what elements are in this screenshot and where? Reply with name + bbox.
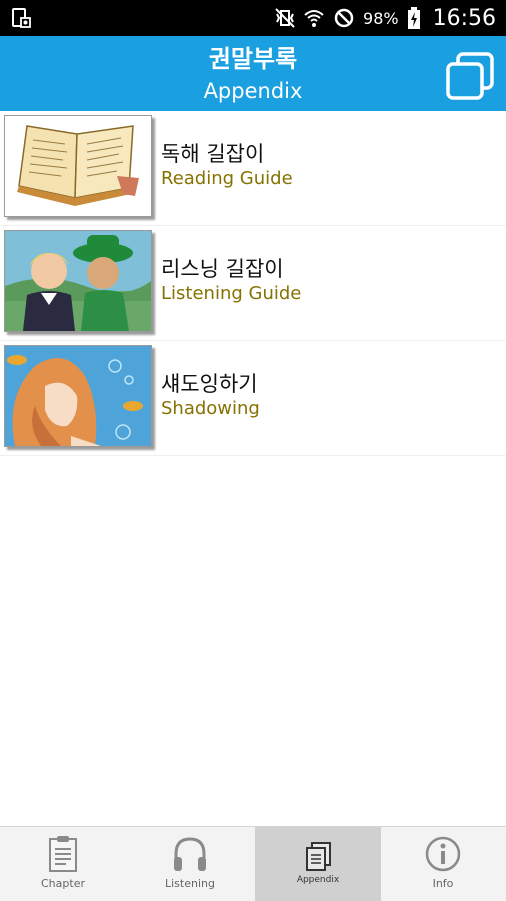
page-title: 권말부록 bbox=[208, 45, 298, 73]
tab-info[interactable]: Info bbox=[380, 827, 506, 901]
battery-charging-icon bbox=[407, 7, 421, 29]
tab-appendix[interactable]: Appendix bbox=[255, 827, 381, 901]
headphones-icon bbox=[171, 835, 209, 877]
app-bar: 권말부록 Appendix bbox=[0, 36, 506, 111]
list-item-listening-guide[interactable]: 리스닝 길잡이 Listening Guide bbox=[0, 226, 506, 341]
item-title: 리스닝 길잡이 bbox=[161, 257, 284, 281]
clipboard-icon bbox=[48, 835, 78, 877]
bottom-tab-bar: Chapter Listening Appendix Info bbox=[0, 826, 506, 901]
sim-card-icon bbox=[10, 7, 32, 29]
do-not-disturb-icon bbox=[333, 7, 355, 29]
list-item-reading-guide[interactable]: 독해 길잡이 Reading Guide bbox=[0, 111, 506, 226]
item-subtitle: Shadowing bbox=[161, 398, 260, 419]
mermaid-thumbnail bbox=[4, 345, 152, 447]
item-title: 독해 길잡이 bbox=[161, 142, 265, 166]
characters-thumbnail bbox=[4, 230, 152, 332]
battery-percent: 98% bbox=[363, 8, 399, 28]
page-subtitle: Appendix bbox=[203, 79, 303, 103]
info-icon bbox=[424, 835, 462, 877]
pages-icon bbox=[304, 841, 332, 875]
tab-label: Chapter bbox=[41, 877, 85, 890]
open-book-thumbnail bbox=[4, 115, 152, 217]
tab-listening[interactable]: Listening bbox=[127, 827, 253, 901]
item-subtitle: Listening Guide bbox=[161, 283, 302, 304]
copy-pages-icon[interactable] bbox=[444, 51, 496, 101]
item-title: 섀도잉하기 bbox=[161, 372, 258, 396]
appendix-list: 독해 길잡이 Reading Guide 리스닝 길잡이 Listening G… bbox=[0, 111, 506, 456]
wifi-icon bbox=[303, 7, 325, 29]
item-subtitle: Reading Guide bbox=[161, 168, 293, 189]
tab-label: Listening bbox=[165, 877, 215, 890]
vibrate-mute-icon bbox=[273, 7, 295, 29]
tab-chapter[interactable]: Chapter bbox=[0, 827, 126, 901]
clock: 16:56 bbox=[432, 5, 496, 31]
status-bar: 98% 16:56 bbox=[0, 0, 506, 36]
tab-label: Appendix bbox=[296, 875, 340, 885]
tab-label: Info bbox=[432, 877, 454, 890]
list-item-shadowing[interactable]: 섀도잉하기 Shadowing bbox=[0, 341, 506, 456]
